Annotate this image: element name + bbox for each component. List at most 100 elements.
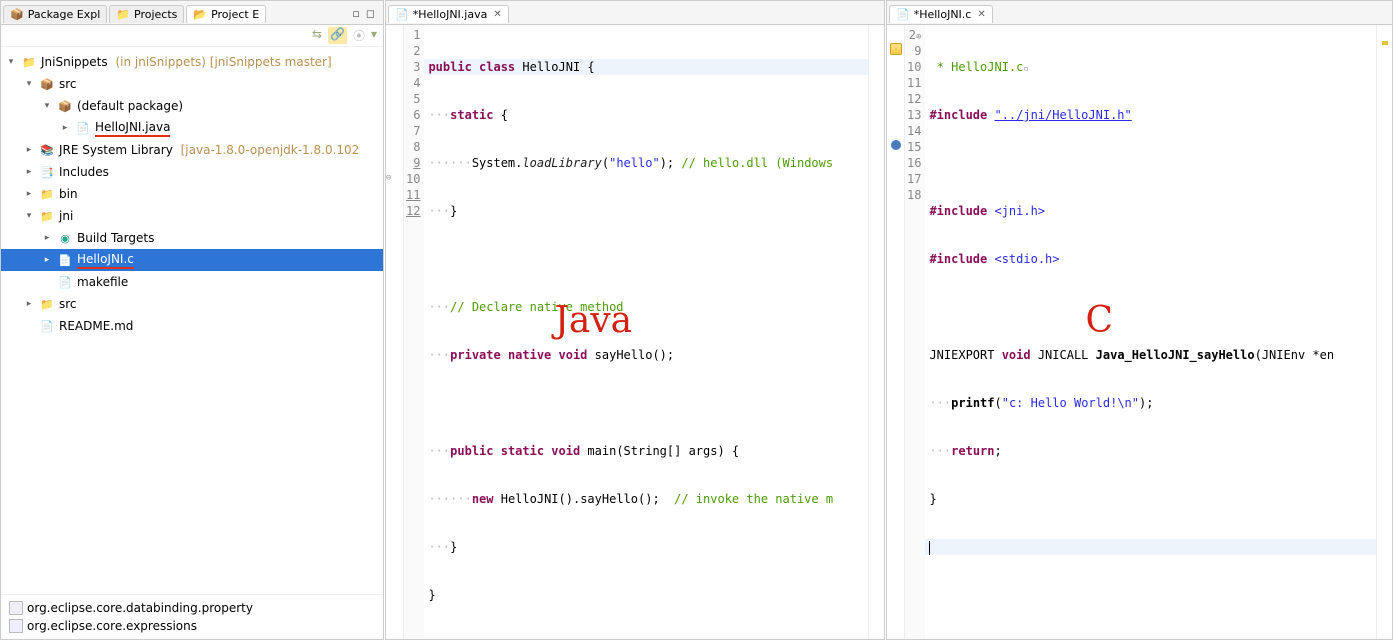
tree-jre[interactable]: ▸ 📚 JRE System Library [java-1.8.0-openj… [1, 139, 383, 161]
annotation-ruler [868, 25, 884, 639]
marker-gutter [887, 25, 905, 639]
tree-jni[interactable]: ▾ 📁 jni [1, 205, 383, 227]
java-code-area[interactable]: public class HelloJNI { ···static { ····… [424, 25, 868, 639]
warning-marker[interactable] [890, 43, 902, 55]
tree-src2[interactable]: ▸ 📁 src [1, 293, 383, 315]
expand-icon[interactable]: ▾ [41, 101, 53, 111]
expand-icon[interactable]: ▾ [23, 79, 35, 89]
jre-decor: [java-1.8.0-openjdk-1.8.0.102 [181, 143, 360, 157]
expand-icon[interactable]: ▾ [23, 211, 35, 221]
tab-project-e[interactable]: 📂 Project E [186, 5, 266, 23]
bundle-icon [9, 601, 23, 615]
tree-readme[interactable]: ▸ 📄 README.md [1, 315, 383, 337]
tree-src[interactable]: ▾ 📦 src [1, 73, 383, 95]
project-icon: 📁 [21, 54, 37, 70]
tree-project-root[interactable]: ▾ 📁 JniSnippets (in jniSnippets) [jniSni… [1, 51, 383, 73]
tree-label: HelloJNI.c [77, 252, 134, 269]
minimize-icon[interactable]: ▫ [352, 7, 359, 20]
tab-projects[interactable]: 📁 Projects [109, 5, 184, 23]
lib-item[interactable]: org.eclipse.core.databinding.property [1, 599, 383, 617]
lib-item[interactable]: org.eclipse.core.expressions [1, 617, 383, 635]
tab-label: Project E [211, 8, 259, 21]
marker-gutter: ⊖ [386, 25, 404, 639]
link-editor-icon[interactable]: 🔗 [328, 27, 347, 44]
makefile-icon: 📄 [57, 274, 73, 290]
java-code-editor[interactable]: ⊖ 1 2 3 4 5 6 7 8 9 10 11 12 public clas… [386, 25, 884, 639]
project-name: JniSnippets [41, 55, 108, 69]
tree-makefile[interactable]: ▸ 📄 makefile [1, 271, 383, 293]
tab-hellojni-java[interactable]: 📄 *HelloJNI.java ✕ [388, 5, 509, 23]
tree-default-package[interactable]: ▾ 📦 (default package) [1, 95, 383, 117]
overlay-c: C [1085, 313, 1113, 329]
includes-icon: 📑 [39, 164, 55, 180]
markdown-file-icon: 📄 [39, 318, 55, 334]
package-folder-icon: 📦 [39, 76, 55, 92]
focus-icon[interactable]: ⦿ [353, 27, 365, 44]
tree-includes[interactable]: ▸ 📑 Includes [1, 161, 383, 183]
java-editor-panel: 📄 *HelloJNI.java ✕ ⊖ 1 2 3 4 5 6 7 8 9 1… [385, 0, 885, 640]
text-cursor [929, 541, 930, 555]
c-code-editor[interactable]: 2⊕ 9 10 11 12 13 14 15 16 17 18 * HelloJ… [887, 25, 1392, 639]
maximize-icon[interactable]: ◻ [366, 7, 375, 20]
folder-icon: 📁 [39, 186, 55, 202]
tab-package-explorer[interactable]: 📦 Package Expl [3, 5, 107, 23]
line-numbers: 2⊕ 9 10 11 12 13 14 15 16 17 18 [905, 25, 925, 639]
tree-label: JRE System Library [59, 143, 173, 157]
tree-label: Build Targets [77, 231, 154, 245]
java-editor-tabrow: 📄 *HelloJNI.java ✕ [386, 1, 884, 25]
close-icon[interactable]: ✕ [977, 9, 985, 20]
expand-icon[interactable]: ▸ [23, 299, 35, 309]
explorer-toolbar: ⇆ 🔗 ⦿ ▾ [1, 25, 383, 47]
lib-label: org.eclipse.core.expressions [27, 619, 197, 633]
tab-label: Package Expl [28, 8, 101, 21]
tree-bin[interactable]: ▸ 📁 bin [1, 183, 383, 205]
collapse-all-icon[interactable]: ⇆ [312, 27, 322, 44]
c-code-area[interactable]: * HelloJNI.c▫ #include "../jni/HelloJNI.… [925, 25, 1376, 639]
expand-icon[interactable]: ▸ [41, 255, 53, 265]
line-numbers: 1 2 3 4 5 6 7 8 9 10 11 12 [404, 25, 424, 639]
java-file-icon: 📄 [395, 8, 409, 21]
package-icon: 📦 [10, 8, 24, 21]
info-marker[interactable] [891, 140, 901, 150]
tab-label: Projects [134, 8, 177, 21]
java-file-icon: 📄 [75, 120, 91, 136]
lib-label: org.eclipse.core.databinding.property [27, 601, 253, 615]
tree-label: HelloJNI.java [95, 120, 170, 137]
folder-icon: 📁 [39, 296, 55, 312]
tree-label: Includes [59, 165, 109, 179]
package-icon: 📦 [57, 98, 73, 114]
tree-label: bin [59, 187, 78, 201]
expand-icon[interactable]: ▸ [41, 233, 53, 243]
folder-icon: 📁 [39, 208, 55, 224]
library-icon: 📚 [39, 142, 55, 158]
tree-hellojni-c[interactable]: ▸ 📄 HelloJNI.c [1, 249, 383, 271]
expand-icon[interactable]: ▾ [5, 57, 17, 67]
expand-icon[interactable]: ▸ [23, 189, 35, 199]
view-menu-icon[interactable]: ▾ [371, 27, 377, 44]
close-icon[interactable]: ✕ [493, 9, 501, 20]
expand-icon[interactable]: ▸ [59, 123, 71, 133]
tab-label: *HelloJNI.java [413, 8, 488, 21]
tree-build-targets[interactable]: ▸ ◉ Build Targets [1, 227, 383, 249]
c-file-icon: 📄 [57, 252, 73, 268]
target-icon: ◉ [57, 230, 73, 246]
tree-label: src [59, 77, 77, 91]
tree-hellojni-java[interactable]: ▸ 📄 HelloJNI.java [1, 117, 383, 139]
tab-hellojni-c[interactable]: 📄 *HelloJNI.c ✕ [889, 5, 993, 23]
c-editor-panel: 📄 *HelloJNI.c ✕ 2⊕ 9 10 11 12 13 14 15 1… [886, 0, 1393, 640]
c-editor-tabrow: 📄 *HelloJNI.c ✕ [887, 1, 1392, 25]
project-explorer-panel: 📦 Package Expl 📁 Projects 📂 Project E ▫ … [0, 0, 384, 640]
folder-icon: 📂 [193, 8, 207, 21]
tree-label: src [59, 297, 77, 311]
expand-icon[interactable]: ▸ [23, 167, 35, 177]
tree-label: (default package) [77, 99, 183, 113]
fold-marker[interactable]: ⊖ [386, 169, 403, 185]
projects-icon: 📁 [116, 8, 130, 21]
overlay-java: Java [554, 313, 632, 329]
tree-label: jni [59, 209, 73, 223]
project-explorer-tabrow: 📦 Package Expl 📁 Projects 📂 Project E ▫ … [1, 1, 383, 25]
project-tree[interactable]: ▾ 📁 JniSnippets (in jniSnippets) [jniSni… [1, 47, 383, 594]
warning-indicator[interactable] [1382, 41, 1388, 45]
tab-label: *HelloJNI.c [914, 8, 972, 21]
expand-icon[interactable]: ▸ [23, 145, 35, 155]
